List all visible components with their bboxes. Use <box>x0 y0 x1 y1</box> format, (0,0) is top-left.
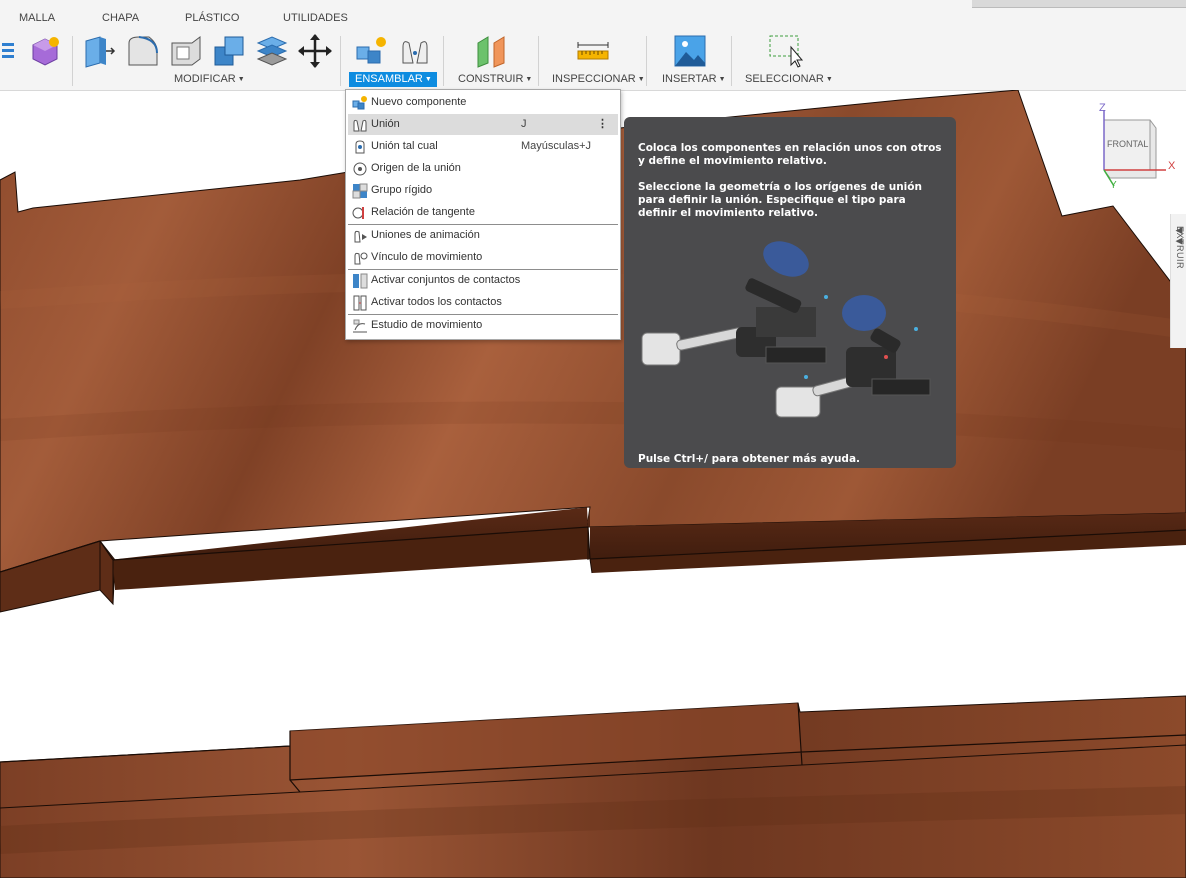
caret-down-icon: ▼ <box>525 76 533 83</box>
joint-icon[interactable] <box>397 33 433 69</box>
rigid-group-icon <box>352 183 368 199</box>
separator <box>340 36 341 86</box>
view-cube-face-label[interactable]: FRONTAL <box>1107 139 1148 149</box>
menu-item-grupo-rigido[interactable]: Grupo rígido <box>348 180 618 201</box>
menu-item-label: Grupo rígido <box>371 184 433 196</box>
measure-icon[interactable] <box>575 33 611 69</box>
menu-item-union-tal-cual[interactable]: Unión tal cual Mayúsculas+J <box>348 136 618 157</box>
caret-down-icon: ▼ <box>237 76 245 83</box>
caret-down-icon: ▼ <box>637 76 645 83</box>
separator <box>646 36 647 86</box>
shell-icon[interactable] <box>168 33 204 69</box>
select-window-icon[interactable] <box>767 33 803 69</box>
window-controls-area <box>972 0 1186 8</box>
tooltip-help-hint: Pulse Ctrl+/ para obtener más ayuda. <box>638 453 861 465</box>
insertar-menu[interactable]: INSERTAR ▼ <box>662 73 726 85</box>
menu-item-uniones-de-animacion[interactable]: Uniones de animación <box>348 225 618 246</box>
insert-image-icon[interactable] <box>672 33 708 69</box>
construir-label: CONSTRUIR <box>458 73 524 85</box>
seleccionar-menu[interactable]: SELECCIONAR ▼ <box>745 73 833 85</box>
form-icon[interactable] <box>27 33 63 69</box>
menu-item-label: Unión tal cual <box>371 140 438 152</box>
animate-joints-icon <box>354 230 367 243</box>
fillet-icon[interactable] <box>125 33 161 69</box>
menu-item-label: Estudio de movimiento <box>371 319 483 331</box>
press-pull-icon[interactable] <box>82 33 118 69</box>
menu-item-activar-conjuntos-de-contactos[interactable]: Activar conjuntos de contactos <box>348 270 618 291</box>
ensamblar-label: ENSAMBLAR <box>355 73 423 85</box>
tab-utilidades[interactable]: UTILIDADES <box>283 12 348 24</box>
extrude-side-panel-tab[interactable]: ◀◀ EXTRUIR <box>1170 214 1186 348</box>
offset-plane-icon[interactable] <box>474 33 510 69</box>
menu-item-label: Vínculo de movimiento <box>371 251 483 263</box>
tooltip-description: Coloca los componentes en relación unos … <box>638 142 942 167</box>
as-built-joint-icon <box>355 140 365 154</box>
menu-item-label: Nuevo componente <box>371 96 467 108</box>
modificar-label: MODIFICAR <box>174 73 236 85</box>
menu-item-shortcut: Mayúsculas+J <box>521 140 592 152</box>
caret-down-icon: ▼ <box>825 76 833 83</box>
menu-item-label: Origen de la unión <box>371 162 461 174</box>
axis-z-label: Z <box>1099 102 1106 114</box>
tab-chapa[interactable]: CHAPA <box>102 12 139 24</box>
modificar-menu[interactable]: MODIFICAR ▼ <box>174 73 245 85</box>
separator <box>538 36 539 86</box>
ensamblar-menu[interactable]: ENSAMBLAR ▼ <box>349 72 437 87</box>
caret-down-icon: ▼ <box>424 76 432 83</box>
menu-item-label: Activar todos los contactos <box>371 296 502 308</box>
tab-plastico[interactable]: PLÁSTICO <box>185 12 239 24</box>
menu-item-label: Activar conjuntos de contactos <box>371 274 521 286</box>
extrude-label: EXTRUIR <box>1175 226 1185 270</box>
menu-item-label: Uniones de animación <box>371 229 480 241</box>
menu-item-nuevo-componente[interactable]: Nuevo componente <box>348 92 618 113</box>
menu-item-union[interactable]: Unión J ⋮ <box>348 114 618 135</box>
offset-face-icon[interactable] <box>254 33 290 69</box>
inspeccionar-menu[interactable]: INSPECCIONAR ▼ <box>552 73 645 85</box>
motion-link-icon <box>354 252 368 265</box>
menu-item-origen-de-la-union[interactable]: Origen de la unión <box>348 158 618 179</box>
caret-down-icon: ▼ <box>718 76 726 83</box>
joint-origin-icon <box>353 162 367 176</box>
construir-menu[interactable]: CONSTRUIR ▼ <box>458 73 532 85</box>
separator <box>72 36 73 86</box>
combine-icon[interactable] <box>211 33 247 69</box>
menu-item-activar-todos-los-contactos[interactable]: Activar todos los contactos <box>348 292 618 313</box>
menu-item-vinculo-de-movimiento[interactable]: Vínculo de movimiento <box>348 247 618 268</box>
ensamblar-dropdown-menu: Nuevo componente Unión J ⋮ Unión tal cua… <box>345 89 621 340</box>
seleccionar-label: SELECCIONAR <box>745 73 824 85</box>
new-component-icon[interactable] <box>354 33 390 69</box>
separator <box>731 36 732 86</box>
more-options-icon[interactable]: ⋮ <box>597 114 608 135</box>
motion-study-icon <box>353 319 367 333</box>
contact-sets-icon <box>353 273 368 289</box>
menu-item-estudio-de-movimiento[interactable]: Estudio de movimiento <box>348 315 618 336</box>
inspeccionar-label: INSPECCIONAR <box>552 73 636 85</box>
toggle-clamp-illustration <box>641 241 931 418</box>
view-cube[interactable]: FRONTAL Z X Y <box>1090 100 1186 195</box>
axis-x-label: X <box>1168 160 1176 172</box>
menu-item-relacion-de-tangente[interactable]: Relación de tangente <box>348 202 618 223</box>
all-contacts-icon <box>353 295 367 311</box>
tab-malla[interactable]: MALLA <box>19 12 55 24</box>
sketch-partial-icon[interactable] <box>0 33 18 69</box>
new-component-icon <box>352 96 367 110</box>
tooltip-instructions: Seleccione la geometría o los orígenes d… <box>638 181 922 219</box>
move-copy-icon[interactable] <box>297 33 333 69</box>
menu-item-label: Unión <box>371 118 400 130</box>
tangent-relationship-icon <box>352 207 364 219</box>
axis-y-label: Y <box>1110 180 1117 191</box>
joint-tooltip: Coloca los componentes en relación unos … <box>624 117 956 468</box>
insertar-label: INSERTAR <box>662 73 717 85</box>
menu-item-label: Relación de tangente <box>371 206 475 218</box>
separator <box>443 36 444 86</box>
toolbar: MALLA CHAPA PLÁSTICO UTILIDADES MODIFICA… <box>0 0 1186 91</box>
joint-icon <box>353 119 367 132</box>
menu-item-shortcut: J <box>521 118 527 130</box>
